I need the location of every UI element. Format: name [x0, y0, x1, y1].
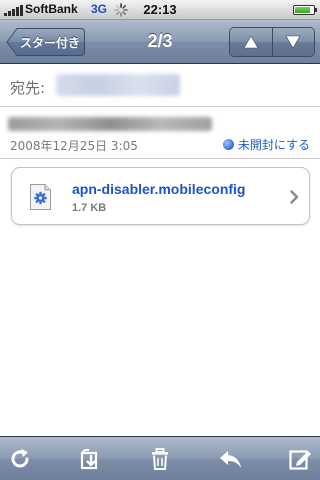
- down-arrow-icon: [285, 35, 301, 49]
- mark-unread-link[interactable]: 未開封にする: [222, 136, 310, 153]
- attachment-size: 1.7 KB: [72, 202, 107, 214]
- next-message-button[interactable]: [271, 28, 314, 56]
- status-time: 22:13: [143, 2, 177, 17]
- previous-message-button[interactable]: [230, 28, 272, 56]
- mail-message-screen: SoftBank 3G 22:13 スター付き 2/3 宛先: 2008年12月…: [0, 0, 320, 480]
- back-button-label: スター付き: [20, 36, 81, 50]
- message-date: 2008年12月25日 3:05: [10, 139, 138, 153]
- trash-icon[interactable]: [148, 447, 172, 471]
- refresh-icon[interactable]: [8, 447, 32, 471]
- battery-icon: [293, 5, 317, 15]
- recipient-address-redacted[interactable]: [56, 74, 180, 96]
- attachment-name: apn-disabler.mobileconfig: [72, 181, 246, 197]
- message-position-title: 2/3: [147, 31, 173, 51]
- move-folder-icon[interactable]: [78, 447, 102, 471]
- to-label: 宛先:: [10, 79, 46, 97]
- unread-dot-icon: [222, 139, 234, 150]
- reply-icon[interactable]: [218, 447, 242, 471]
- recipient-row: 宛先:: [0, 64, 320, 107]
- back-button[interactable]: スター付き: [6, 27, 86, 57]
- mark-unread-label: 未開封にする: [237, 138, 310, 152]
- message-toolbar: [0, 436, 320, 480]
- message-header: 2008年12月25日 3:05 未開封にする: [0, 107, 320, 159]
- navigation-bar: スター付き 2/3: [0, 20, 320, 64]
- up-arrow-icon: [243, 35, 259, 49]
- config-file-icon: [30, 184, 51, 210]
- message-navigation-control: [229, 27, 315, 57]
- compose-icon[interactable]: [288, 447, 312, 471]
- subject-redacted: [8, 117, 212, 131]
- attachment-item[interactable]: apn-disabler.mobileconfig 1.7 KB: [11, 167, 310, 225]
- status-bar: SoftBank 3G 22:13: [0, 0, 320, 20]
- chevron-right-icon: [290, 190, 299, 204]
